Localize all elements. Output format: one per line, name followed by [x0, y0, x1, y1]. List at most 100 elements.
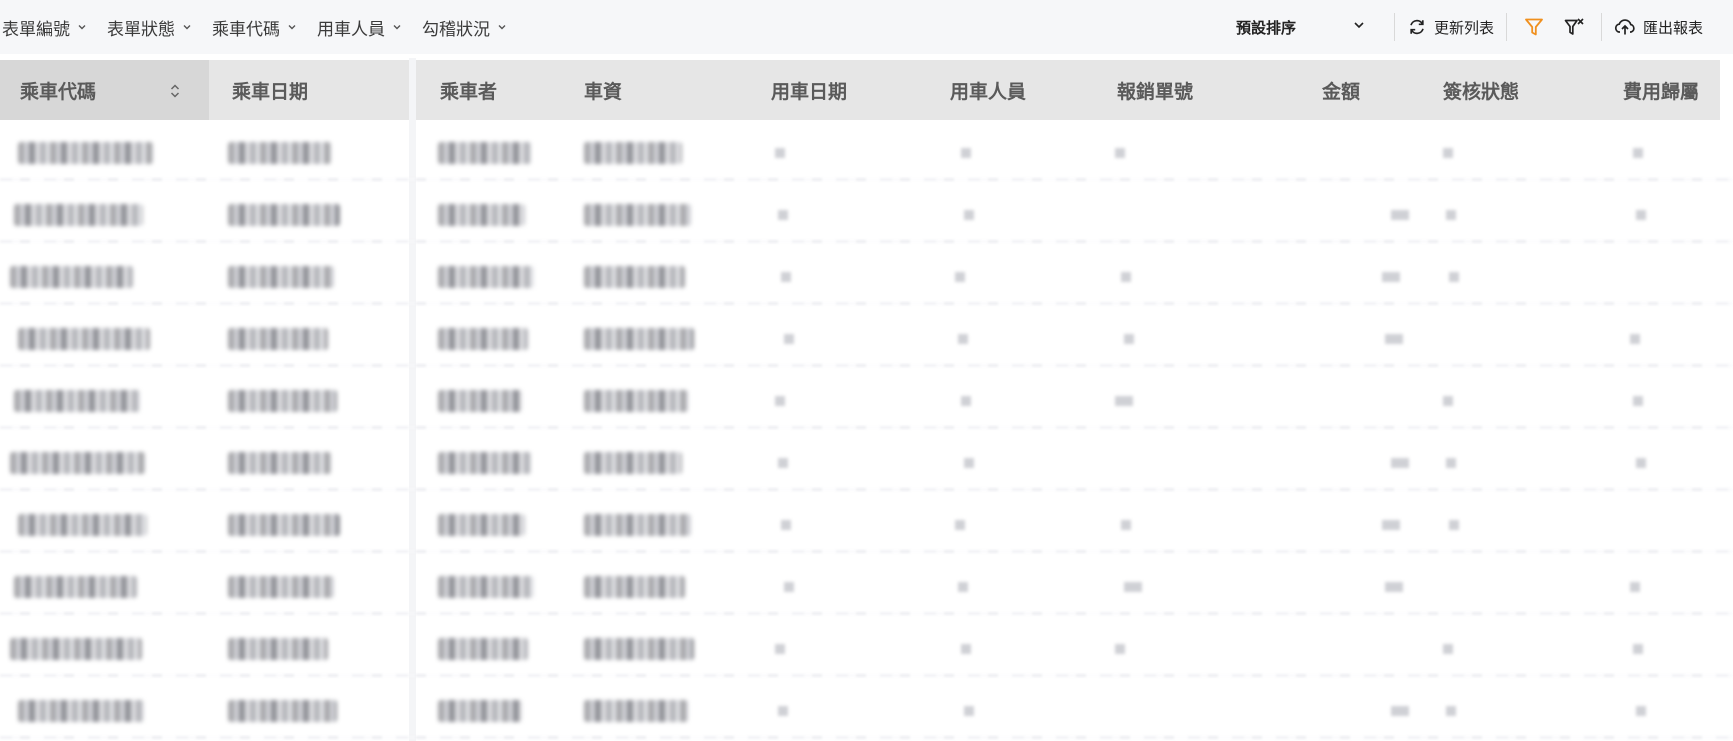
- obscured-cell: [584, 328, 694, 350]
- obscured-cell: [14, 390, 140, 412]
- obscured-cell: [14, 204, 143, 226]
- obscured-cell: [1636, 458, 1646, 468]
- chevron-down-icon: [1352, 18, 1366, 36]
- sort-icon[interactable]: [169, 82, 181, 104]
- column-header-amount[interactable]: 金額: [1322, 60, 1360, 120]
- column-header-label: 用車日期: [771, 80, 848, 103]
- filter-label: 用車人員: [317, 19, 385, 40]
- chevron-down-icon: [287, 22, 297, 32]
- filter-form-number[interactable]: 表單編號: [2, 15, 87, 40]
- obscured-cell: [18, 700, 144, 722]
- obscured-cell: [584, 390, 688, 412]
- table-row[interactable]: [0, 678, 1733, 740]
- column-header-label: 金額: [1322, 80, 1361, 103]
- obscured-cell: [784, 582, 794, 592]
- obscured-cell: [228, 638, 328, 660]
- filter-ride-code[interactable]: 乘車代碼: [212, 15, 297, 40]
- divider: [1505, 13, 1507, 41]
- row-separator: [0, 488, 1733, 491]
- toolbar: 表單編號 表單狀態 乘車代碼 用車人員 勾稽狀況 預設排序 更新列表 匯出報表: [0, 0, 1733, 54]
- obscured-cell: [775, 396, 785, 406]
- column-header-expense-attribution[interactable]: 費用歸屬: [1623, 60, 1699, 120]
- obscured-cell: [1446, 706, 1456, 716]
- obscured-cell: [228, 390, 337, 412]
- filter-reconcile-status[interactable]: 勾稽狀況: [422, 15, 507, 40]
- chevron-down-icon: [497, 22, 507, 32]
- obscured-cell: [955, 272, 965, 282]
- obscured-cell: [438, 204, 525, 226]
- obscured-cell: [1124, 582, 1142, 592]
- obscured-cell: [1443, 148, 1453, 158]
- filter-form-status[interactable]: 表單狀態: [107, 15, 192, 40]
- column-header-fare[interactable]: 車資: [584, 60, 622, 120]
- obscured-cell: [228, 514, 340, 536]
- column-header-passenger[interactable]: 乘車者: [440, 60, 497, 120]
- column-header-ride-code[interactable]: 乘車代碼: [0, 60, 209, 120]
- obscured-cell: [778, 706, 788, 716]
- obscured-cell: [961, 148, 971, 158]
- table-row[interactable]: [0, 430, 1733, 492]
- obscured-cell: [438, 266, 534, 288]
- obscured-cell: [1633, 148, 1643, 158]
- table-row[interactable]: [0, 306, 1733, 368]
- obscured-cell: [1115, 396, 1133, 406]
- obscured-cell: [1124, 334, 1134, 344]
- refresh-list-label: 更新列表: [1433, 18, 1494, 37]
- obscured-cell: [438, 700, 522, 722]
- row-separator: [0, 240, 1733, 243]
- obscured-cell: [781, 272, 791, 282]
- obscured-cell: [228, 452, 331, 474]
- column-header-expense-number[interactable]: 報銷單號: [1117, 60, 1193, 120]
- obscured-cell: [438, 576, 534, 598]
- filter-vehicle-user[interactable]: 用車人員: [317, 15, 402, 40]
- obscured-cell: [1449, 520, 1459, 530]
- clear-filter-button[interactable]: [1559, 12, 1589, 42]
- chevron-down-icon: [77, 22, 87, 32]
- row-separator: [0, 736, 1733, 739]
- filter-label: 乘車代碼: [212, 19, 280, 40]
- row-separator: [0, 550, 1733, 553]
- obscured-cell: [14, 576, 137, 598]
- column-header-label: 簽核狀態: [1443, 80, 1520, 103]
- obscured-cell: [1443, 396, 1453, 406]
- obscured-cell: [438, 328, 528, 350]
- column-header-usage-date[interactable]: 用車日期: [771, 60, 847, 120]
- obscured-cell: [778, 210, 788, 220]
- obscured-cell: [958, 334, 968, 344]
- table-row[interactable]: [0, 492, 1733, 554]
- obscured-cell: [1391, 458, 1409, 468]
- table-row[interactable]: [0, 120, 1733, 182]
- table-row[interactable]: [0, 244, 1733, 306]
- divider: [1393, 13, 1395, 41]
- refresh-list-button[interactable]: 更新列表: [1407, 17, 1494, 38]
- table-row[interactable]: [0, 616, 1733, 678]
- column-header-label: 車資: [584, 80, 623, 103]
- column-header-approval-status[interactable]: 簽核狀態: [1443, 60, 1519, 120]
- clear-filter-icon: [1564, 18, 1584, 35]
- column-header-vehicle-user[interactable]: 用車人員: [950, 60, 1026, 120]
- export-report-label: 匯出報表: [1642, 18, 1703, 37]
- filter-button[interactable]: [1519, 12, 1549, 42]
- obscured-cell: [584, 514, 691, 536]
- sort-select[interactable]: 預設排序: [1226, 11, 1382, 43]
- row-separator: [0, 364, 1733, 367]
- obscured-cell: [775, 148, 785, 158]
- obscured-cell: [1630, 582, 1640, 592]
- export-report-button[interactable]: 匯出報表: [1614, 17, 1703, 38]
- row-separator: [0, 426, 1733, 429]
- table-row[interactable]: [0, 182, 1733, 244]
- obscured-cell: [10, 452, 145, 474]
- obscured-cell: [1391, 210, 1409, 220]
- table-row[interactable]: [0, 368, 1733, 430]
- column-header-ride-date[interactable]: 乘車日期: [232, 60, 308, 120]
- obscured-cell: [228, 204, 340, 226]
- obscured-cell: [228, 328, 328, 350]
- chevron-down-icon: [392, 22, 402, 32]
- obscured-cell: [964, 706, 974, 716]
- obscured-cell: [961, 644, 971, 654]
- table-row[interactable]: [0, 554, 1733, 616]
- obscured-cell: [584, 576, 685, 598]
- chevron-down-icon: [182, 22, 192, 32]
- obscured-cell: [1446, 458, 1456, 468]
- obscured-cell: [438, 142, 531, 164]
